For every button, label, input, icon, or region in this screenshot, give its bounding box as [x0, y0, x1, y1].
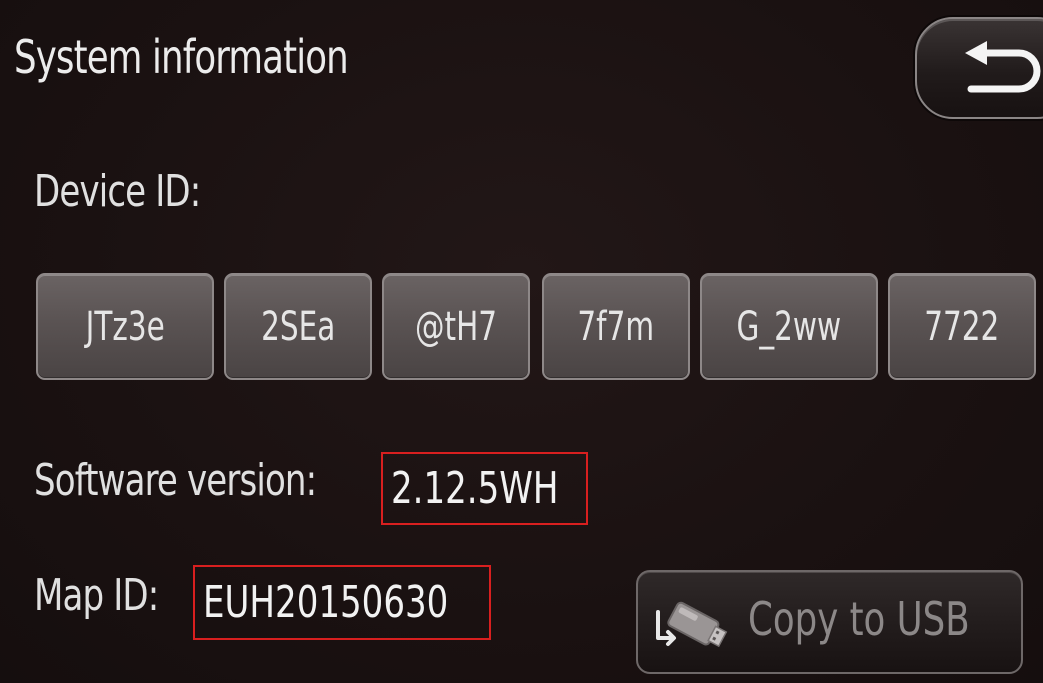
device-id-segment: 7722 [888, 273, 1036, 380]
return-arrow-icon [965, 41, 1041, 93]
page-title: System information [14, 30, 349, 84]
software-version-value: 2.12.5WH [381, 452, 588, 525]
device-id-segment: G_2ww [700, 273, 878, 380]
back-button[interactable] [915, 17, 1043, 119]
device-id-label: Device ID: [34, 166, 201, 217]
copy-to-usb-label: Copy to USB [748, 592, 970, 646]
map-id-text: EUH20150630 [203, 577, 449, 628]
map-id-value: EUH20150630 [193, 565, 491, 640]
device-id-segment: @tH7 [382, 273, 530, 380]
device-id-segment: JTz3e [36, 273, 214, 380]
system-information-screen: System information Device ID: JTz3e 2SEa… [0, 0, 1043, 683]
software-version-text: 2.12.5WH [391, 463, 559, 514]
usb-stick-icon [656, 601, 728, 648]
software-version-label: Software version: [34, 455, 317, 506]
map-id-label: Map ID: [34, 570, 159, 621]
device-id-segment: 2SEa [224, 273, 372, 380]
device-id-segment: 7f7m [542, 273, 690, 380]
copy-to-usb-button[interactable]: Copy to USB [636, 570, 1023, 674]
